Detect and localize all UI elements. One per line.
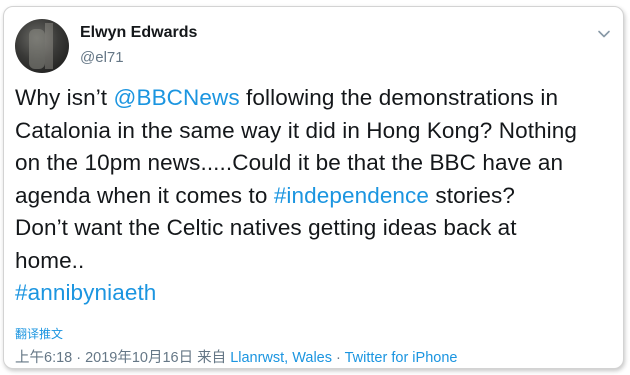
tweet-line: Why isn’t @BBCNews following the demonst…: [15, 82, 619, 115]
tweet-line: agenda when it comes to #independence st…: [15, 180, 619, 213]
screenshot-frame: Elwyn Edwards @el71 Why isn’t @BBCNews f…: [0, 0, 630, 375]
avatar-detail: [45, 23, 53, 69]
source-link[interactable]: Twitter for iPhone: [345, 350, 458, 366]
tweet-line: Don’t want the Celtic natives getting id…: [15, 215, 517, 240]
author-handle[interactable]: @el71: [80, 49, 124, 66]
meta-separator: ·: [332, 350, 345, 366]
mention-link[interactable]: @BBCNews: [114, 85, 240, 110]
tweet-line: Catalonia in the same way it did in Hong…: [15, 117, 577, 143]
tweet-line: home..: [15, 247, 85, 273]
tweet-text-segment: Why isn’t: [15, 85, 114, 110]
translate-tweet-link[interactable]: 翻译推文: [15, 325, 63, 342]
tweet-text-segment: stories?: [429, 182, 515, 208]
tweet-card: Elwyn Edwards @el71 Why isn’t @BBCNews f…: [3, 6, 624, 369]
location-link[interactable]: Llanrwst, Wales: [230, 350, 332, 366]
tweet-text: Why isn’t @BBCNews following the demonst…: [15, 82, 619, 310]
tweet-line: on the 10pm news.....Could it be that th…: [15, 150, 564, 175]
tweet-text-segment: agenda when it comes to: [15, 182, 274, 208]
tweet-line: #annibyniaeth: [15, 277, 619, 310]
hashtag-link[interactable]: #independence: [274, 183, 429, 208]
tweet-meta: 上午6:18 · 2019年10月16日 来自 Llanrwst, Wales …: [15, 346, 457, 367]
avatar[interactable]: [15, 19, 69, 73]
tweet-timestamp[interactable]: 上午6:18 · 2019年10月16日 来自: [15, 350, 230, 366]
chevron-down-icon[interactable]: [597, 27, 611, 41]
author-name[interactable]: Elwyn Edwards: [80, 24, 197, 42]
tweet-text-segment: following the demonstrations in: [239, 85, 559, 110]
hashtag-link[interactable]: #annibyniaeth: [15, 280, 156, 305]
avatar-detail: [29, 29, 45, 69]
